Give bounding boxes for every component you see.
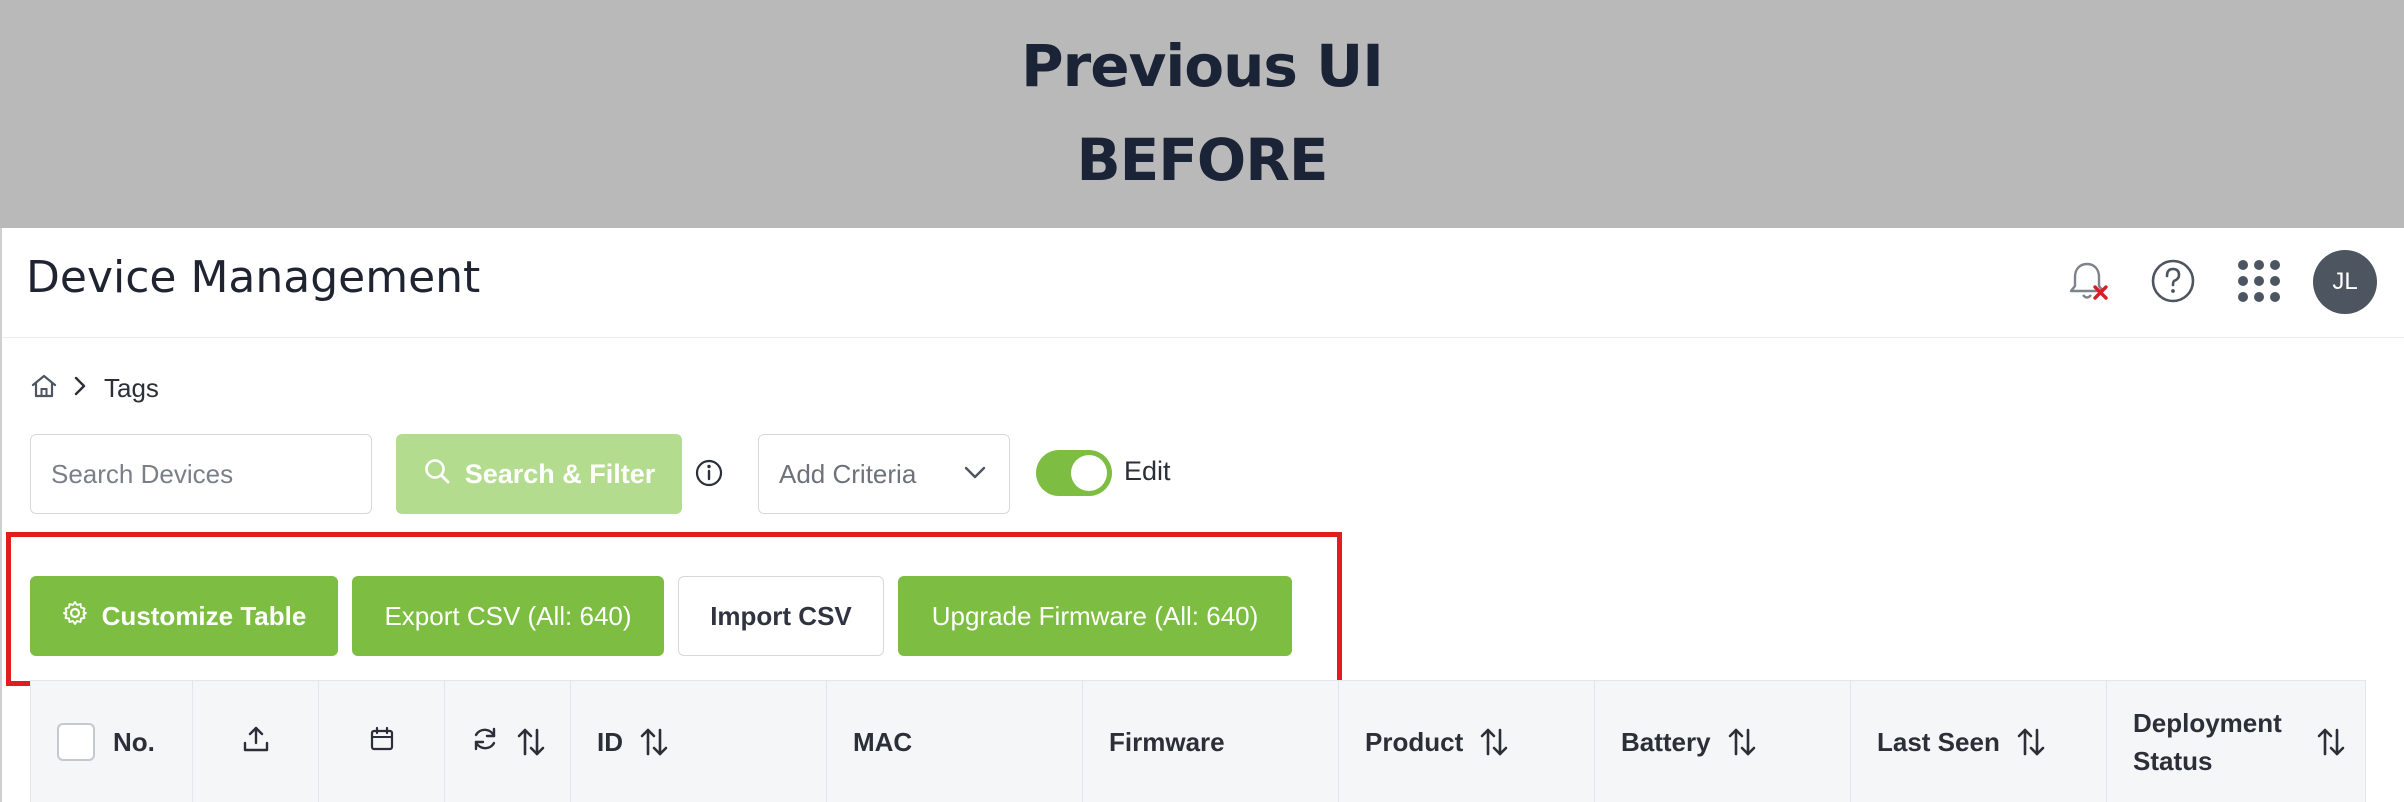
search-filter-label: Search & Filter (464, 458, 656, 489)
table-header: No. ID MAC Firmware Product Battery Last… (30, 680, 2366, 802)
banner-title: Previous UI (1021, 32, 1384, 100)
export-csv-button[interactable]: Export CSV (All: 640) (352, 576, 664, 656)
column-id[interactable]: ID (571, 681, 827, 802)
search-filter-button[interactable]: Search & Filter (396, 434, 682, 514)
comparison-banner: Previous UI BEFORE (0, 0, 2404, 228)
sort-icon[interactable] (1727, 726, 1757, 758)
bell-muted-icon[interactable] (2062, 256, 2112, 306)
breadcrumb-current[interactable]: Tags (104, 373, 159, 404)
column-refresh[interactable] (445, 681, 571, 802)
avatar[interactable]: JL (2313, 250, 2377, 314)
edit-toggle-label: Edit (1124, 456, 1171, 486)
column-battery-label: Battery (1621, 726, 1711, 757)
help-icon[interactable] (2148, 256, 2198, 306)
column-no-label: No. (113, 726, 155, 757)
column-mac-label: MAC (853, 726, 913, 757)
apps-grid-icon[interactable] (2234, 256, 2284, 306)
sort-icon[interactable] (639, 726, 669, 758)
column-last-seen-label: Last Seen (1877, 726, 2000, 757)
sort-icon[interactable] (2316, 726, 2346, 758)
column-firmware-label: Firmware (1109, 726, 1225, 757)
app-window: Device Management JL Tags Search Devices… (0, 228, 2404, 802)
sort-icon[interactable] (1479, 726, 1509, 758)
column-deployment-status[interactable]: Deployment Status (2107, 681, 2365, 802)
toggle-knob (1071, 455, 1107, 491)
info-icon[interactable] (692, 456, 726, 490)
sort-icon[interactable] (2016, 726, 2046, 758)
column-product[interactable]: Product (1339, 681, 1595, 802)
gear-icon (62, 600, 88, 633)
add-criteria-dropdown[interactable]: Add Criteria (758, 434, 1010, 514)
breadcrumb: Tags (30, 370, 159, 406)
column-id-label: ID (597, 726, 623, 757)
add-criteria-label: Add Criteria (779, 458, 917, 489)
column-deployment-status-label: Deployment Status (2133, 704, 2282, 780)
upload-icon (241, 724, 271, 761)
column-battery[interactable]: Battery (1595, 681, 1851, 802)
calendar-icon (368, 725, 396, 760)
search-icon (423, 457, 451, 492)
column-no: No. (31, 681, 193, 802)
customize-table-label: Customize Table (101, 600, 307, 631)
column-last-seen[interactable]: Last Seen (1851, 681, 2107, 802)
column-upload[interactable] (193, 681, 319, 802)
column-deployment-line2: Status (2133, 746, 2213, 776)
column-firmware: Firmware (1083, 681, 1339, 802)
search-input[interactable] (30, 434, 372, 514)
customize-table-button[interactable]: Customize Table (30, 576, 338, 656)
column-mac: MAC (827, 681, 1083, 802)
import-csv-button[interactable]: Import CSV (678, 576, 884, 656)
app-header: Device Management JL (2, 228, 2404, 338)
banner-subtitle: BEFORE (1076, 126, 1328, 194)
sort-icon[interactable] (516, 726, 546, 758)
page-title: Device Management (26, 252, 481, 303)
column-product-label: Product (1365, 726, 1464, 757)
chevron-right-icon (70, 372, 90, 405)
chevron-down-icon (961, 458, 989, 491)
edit-toggle[interactable] (1036, 450, 1112, 496)
home-icon[interactable] (30, 372, 58, 405)
column-deployment-line1: Deployment (2133, 708, 2282, 738)
upgrade-firmware-button[interactable]: Upgrade Firmware (All: 640) (898, 576, 1292, 656)
column-date[interactable] (319, 681, 445, 802)
select-all-checkbox[interactable] (57, 723, 95, 761)
refresh-icon (470, 724, 500, 761)
